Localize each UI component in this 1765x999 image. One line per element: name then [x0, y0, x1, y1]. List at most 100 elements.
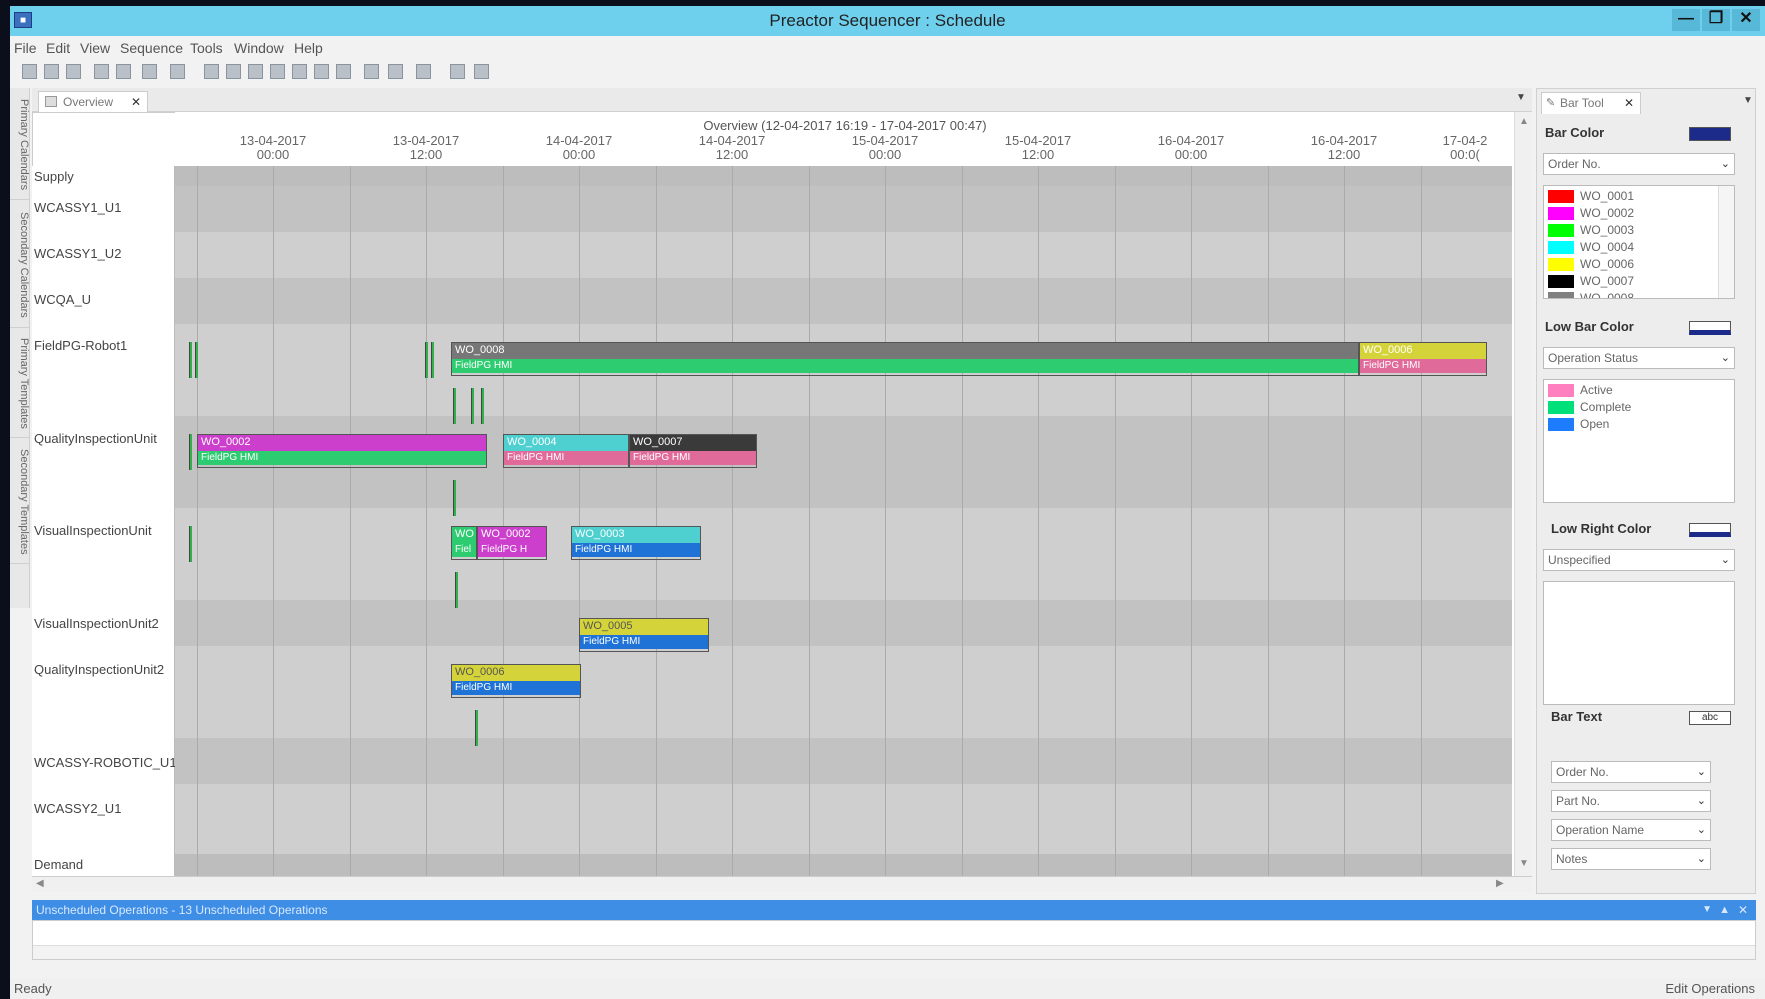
legend-item[interactable]: Complete — [1546, 399, 1716, 416]
operation-marker[interactable] — [453, 480, 456, 516]
operation-marker[interactable] — [425, 342, 428, 378]
scroll-right-icon[interactable]: ▶ — [1496, 878, 1504, 889]
bar-text-swatch[interactable]: abc — [1689, 711, 1731, 725]
operation-bar[interactable]: WO_0005 FieldPG HMI — [579, 618, 709, 652]
tab-dropdown-icon[interactable]: ▼ — [1516, 92, 1526, 103]
operation-bar[interactable]: WO_0002 FieldPG HMI — [197, 434, 487, 468]
menu-sequence[interactable]: Sequence — [120, 40, 183, 56]
close-window-button[interactable]: ✕ — [1732, 9, 1760, 31]
info-icon[interactable] — [450, 64, 465, 79]
legend-item[interactable]: WO_0004 — [1546, 239, 1716, 256]
operation-marker[interactable] — [455, 572, 458, 608]
resource-label[interactable]: VisualInspectionUnit2 — [34, 616, 159, 631]
bar-color-swatch[interactable] — [1689, 127, 1731, 141]
legend-item[interactable]: Active — [1546, 382, 1716, 399]
chevron-down-icon[interactable]: ▼ — [1702, 900, 1712, 920]
resource-label[interactable]: WCASSY-ROBOTIC_U1 — [34, 755, 177, 770]
tab-primary-calendars[interactable]: Primary Calendars — [10, 90, 30, 200]
bar-text-select-4[interactable]: Notes ⌄ — [1551, 848, 1711, 870]
low-right-color-legend[interactable] — [1543, 581, 1735, 705]
bar-text-select-1[interactable]: Order No. ⌄ — [1551, 761, 1711, 783]
check-icon[interactable] — [116, 64, 131, 79]
operation-marker[interactable] — [471, 388, 474, 424]
view3-icon[interactable] — [248, 64, 263, 79]
legend-item[interactable]: WO_0002 — [1546, 205, 1716, 222]
resource-label[interactable]: QualityInspectionUnit2 — [34, 662, 164, 677]
unscheduled-operations-header[interactable]: Unscheduled Operations - 13 Unscheduled … — [32, 900, 1756, 920]
menu-tools[interactable]: Tools — [190, 40, 223, 56]
operation-marker[interactable] — [475, 710, 478, 746]
menu-help[interactable]: Help — [294, 40, 323, 56]
menu-window[interactable]: Window — [234, 40, 284, 56]
close-tab-icon[interactable]: ✕ — [1624, 93, 1634, 114]
schedule-vertical-scrollbar[interactable]: ▲ ▼ — [1514, 112, 1532, 876]
sequence-icon[interactable] — [364, 64, 379, 79]
bar-text-select-2[interactable]: Part No. ⌄ — [1551, 790, 1711, 812]
legend-item[interactable]: WO_0006 — [1546, 256, 1716, 273]
bar-color-legend[interactable]: WO_0001 WO_0002 WO_0003 WO_0004 WO_0006 … — [1543, 185, 1735, 299]
find-icon[interactable] — [416, 64, 431, 79]
low-bar-color-legend[interactable]: Active Complete Open — [1543, 379, 1735, 503]
legend-item[interactable]: Open — [1546, 416, 1716, 433]
operation-bar[interactable]: WO_0004 FieldPG HMI — [503, 434, 629, 468]
tab-secondary-calendars[interactable]: Secondary Calendars — [10, 202, 30, 328]
resource-label[interactable]: WCASSY1_U2 — [34, 246, 121, 261]
menu-edit[interactable]: Edit — [46, 40, 70, 56]
operation-bar[interactable]: WO_0007 FieldPG HMI — [629, 434, 757, 468]
view1-icon[interactable] — [204, 64, 219, 79]
schedule-horizontal-scrollbar[interactable]: ◀ ▶ — [32, 876, 1532, 892]
low-right-color-swatch[interactable] — [1689, 523, 1731, 537]
scroll-left-icon[interactable]: ◀ — [36, 878, 44, 889]
bar-color-select[interactable]: Order No. ⌄ — [1543, 153, 1735, 175]
view2-icon[interactable] — [226, 64, 241, 79]
new-icon[interactable] — [22, 64, 37, 79]
pin-icon[interactable]: ▲ — [1719, 900, 1730, 920]
resource-label[interactable]: VisualInspectionUnit — [34, 523, 152, 538]
operation-marker[interactable] — [195, 342, 198, 378]
tab-secondary-templates[interactable]: Secondary Templates — [10, 440, 30, 564]
operation-bar[interactable]: WO_0003 FieldPG HMI — [571, 526, 701, 560]
panel-dropdown-icon[interactable]: ▼ — [1743, 95, 1753, 106]
close-panel-icon[interactable]: ✕ — [1738, 900, 1748, 920]
resource-label[interactable]: WCASSY2_U1 — [34, 801, 121, 816]
low-bar-color-swatch[interactable] — [1689, 321, 1731, 335]
gantt-chart[interactable]: WO_0008 FieldPG HMI WO_0006 FieldPG HMI … — [175, 166, 1512, 876]
options-icon[interactable] — [474, 64, 489, 79]
operation-bar[interactable]: WO_0002 FieldPG H — [477, 526, 547, 560]
operation-marker[interactable] — [189, 526, 192, 562]
tab-primary-templates[interactable]: Primary Templates — [10, 330, 30, 438]
menu-file[interactable]: File — [14, 40, 37, 56]
unscheduled-operations-list[interactable] — [32, 920, 1756, 960]
low-right-color-select[interactable]: Unspecified ⌄ — [1543, 549, 1735, 571]
tab-bar-tool[interactable]: ✎ Bar Tool ✕ — [1541, 92, 1641, 114]
operation-marker[interactable] — [431, 342, 434, 378]
operation-marker[interactable] — [189, 342, 192, 378]
undo-icon[interactable] — [142, 64, 157, 79]
unscheduled-horizontal-scrollbar[interactable] — [33, 945, 1755, 959]
scroll-down-icon[interactable]: ▼ — [1519, 858, 1529, 869]
print-icon[interactable] — [94, 64, 109, 79]
open-icon[interactable] — [44, 64, 59, 79]
operation-marker[interactable] — [481, 388, 484, 424]
legend-item[interactable]: WO_0003 — [1546, 222, 1716, 239]
legend-scrollbar[interactable] — [1718, 186, 1734, 298]
operation-bar[interactable]: WO_0006 FieldPG HMI — [1359, 342, 1487, 376]
minimize-button[interactable]: — — [1672, 9, 1700, 31]
resource-label[interactable]: WCASSY1_U1 — [34, 200, 121, 215]
view7-icon[interactable] — [336, 64, 351, 79]
redo-icon[interactable] — [170, 64, 185, 79]
operation-marker[interactable] — [189, 434, 192, 470]
operation-marker[interactable] — [453, 388, 456, 424]
view5-icon[interactable] — [292, 64, 307, 79]
legend-item[interactable]: WO_0007 — [1546, 273, 1716, 290]
bar-text-select-3[interactable]: Operation Name ⌄ — [1551, 819, 1711, 841]
resource-label[interactable]: QualityInspectionUnit — [34, 431, 157, 446]
operation-bar[interactable]: WO_0006 FieldPG HMI — [451, 664, 581, 698]
view6-icon[interactable] — [314, 64, 329, 79]
menu-view[interactable]: View — [80, 40, 110, 56]
resource-label[interactable]: FieldPG-Robot1 — [34, 338, 127, 353]
close-tab-icon[interactable]: ✕ — [131, 92, 141, 112]
save-icon[interactable] — [66, 64, 81, 79]
legend-item[interactable]: WO_0008 — [1546, 290, 1716, 298]
resource-label[interactable]: WCQA_U — [34, 292, 91, 307]
